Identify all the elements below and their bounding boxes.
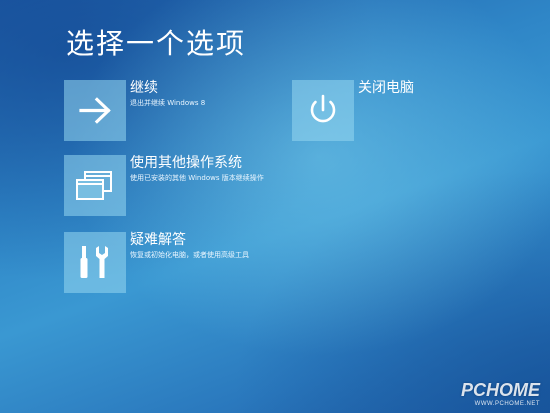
troubleshoot-description: 恢复或初始化电脑，或者使用高级工具 — [130, 251, 249, 259]
tools-icon — [80, 246, 108, 278]
troubleshoot-label: 疑难解答 — [130, 232, 186, 248]
pchome-watermark: PCHOME WWW.PCHOME.NET — [461, 380, 540, 407]
shutdown-option[interactable]: 关闭电脑 — [292, 80, 432, 141]
other-os-label: 使用其他操作系统 — [130, 155, 242, 171]
arrow-right-icon — [79, 97, 111, 124]
shutdown-tile[interactable] — [292, 80, 354, 141]
page-title: 选择一个选项 — [66, 27, 247, 60]
continue-label: 继续 — [130, 80, 158, 96]
troubleshoot-tile[interactable] — [64, 232, 126, 293]
watermark-url: WWW.PCHOME.NET — [474, 401, 540, 407]
other-os-description: 使用已安装的其他 Windows 版本继续操作 — [130, 174, 264, 182]
watermark-logo: PCHOME — [460, 380, 540, 400]
other-os-option[interactable]: 使用其他操作系统 使用已安装的其他 Windows 版本继续操作 — [64, 155, 264, 216]
continue-tile[interactable] — [64, 80, 126, 141]
continue-description: 退出并继续 Windows 8 — [130, 99, 206, 107]
windows-stack-icon — [76, 171, 112, 200]
continue-option[interactable]: 继续 退出并继续 Windows 8 — [64, 80, 264, 141]
troubleshoot-option[interactable]: 疑难解答 恢复或初始化电脑，或者使用高级工具 — [64, 232, 264, 293]
shutdown-label: 关闭电脑 — [358, 80, 414, 96]
power-icon — [310, 94, 336, 123]
other-os-tile[interactable] — [64, 155, 126, 216]
